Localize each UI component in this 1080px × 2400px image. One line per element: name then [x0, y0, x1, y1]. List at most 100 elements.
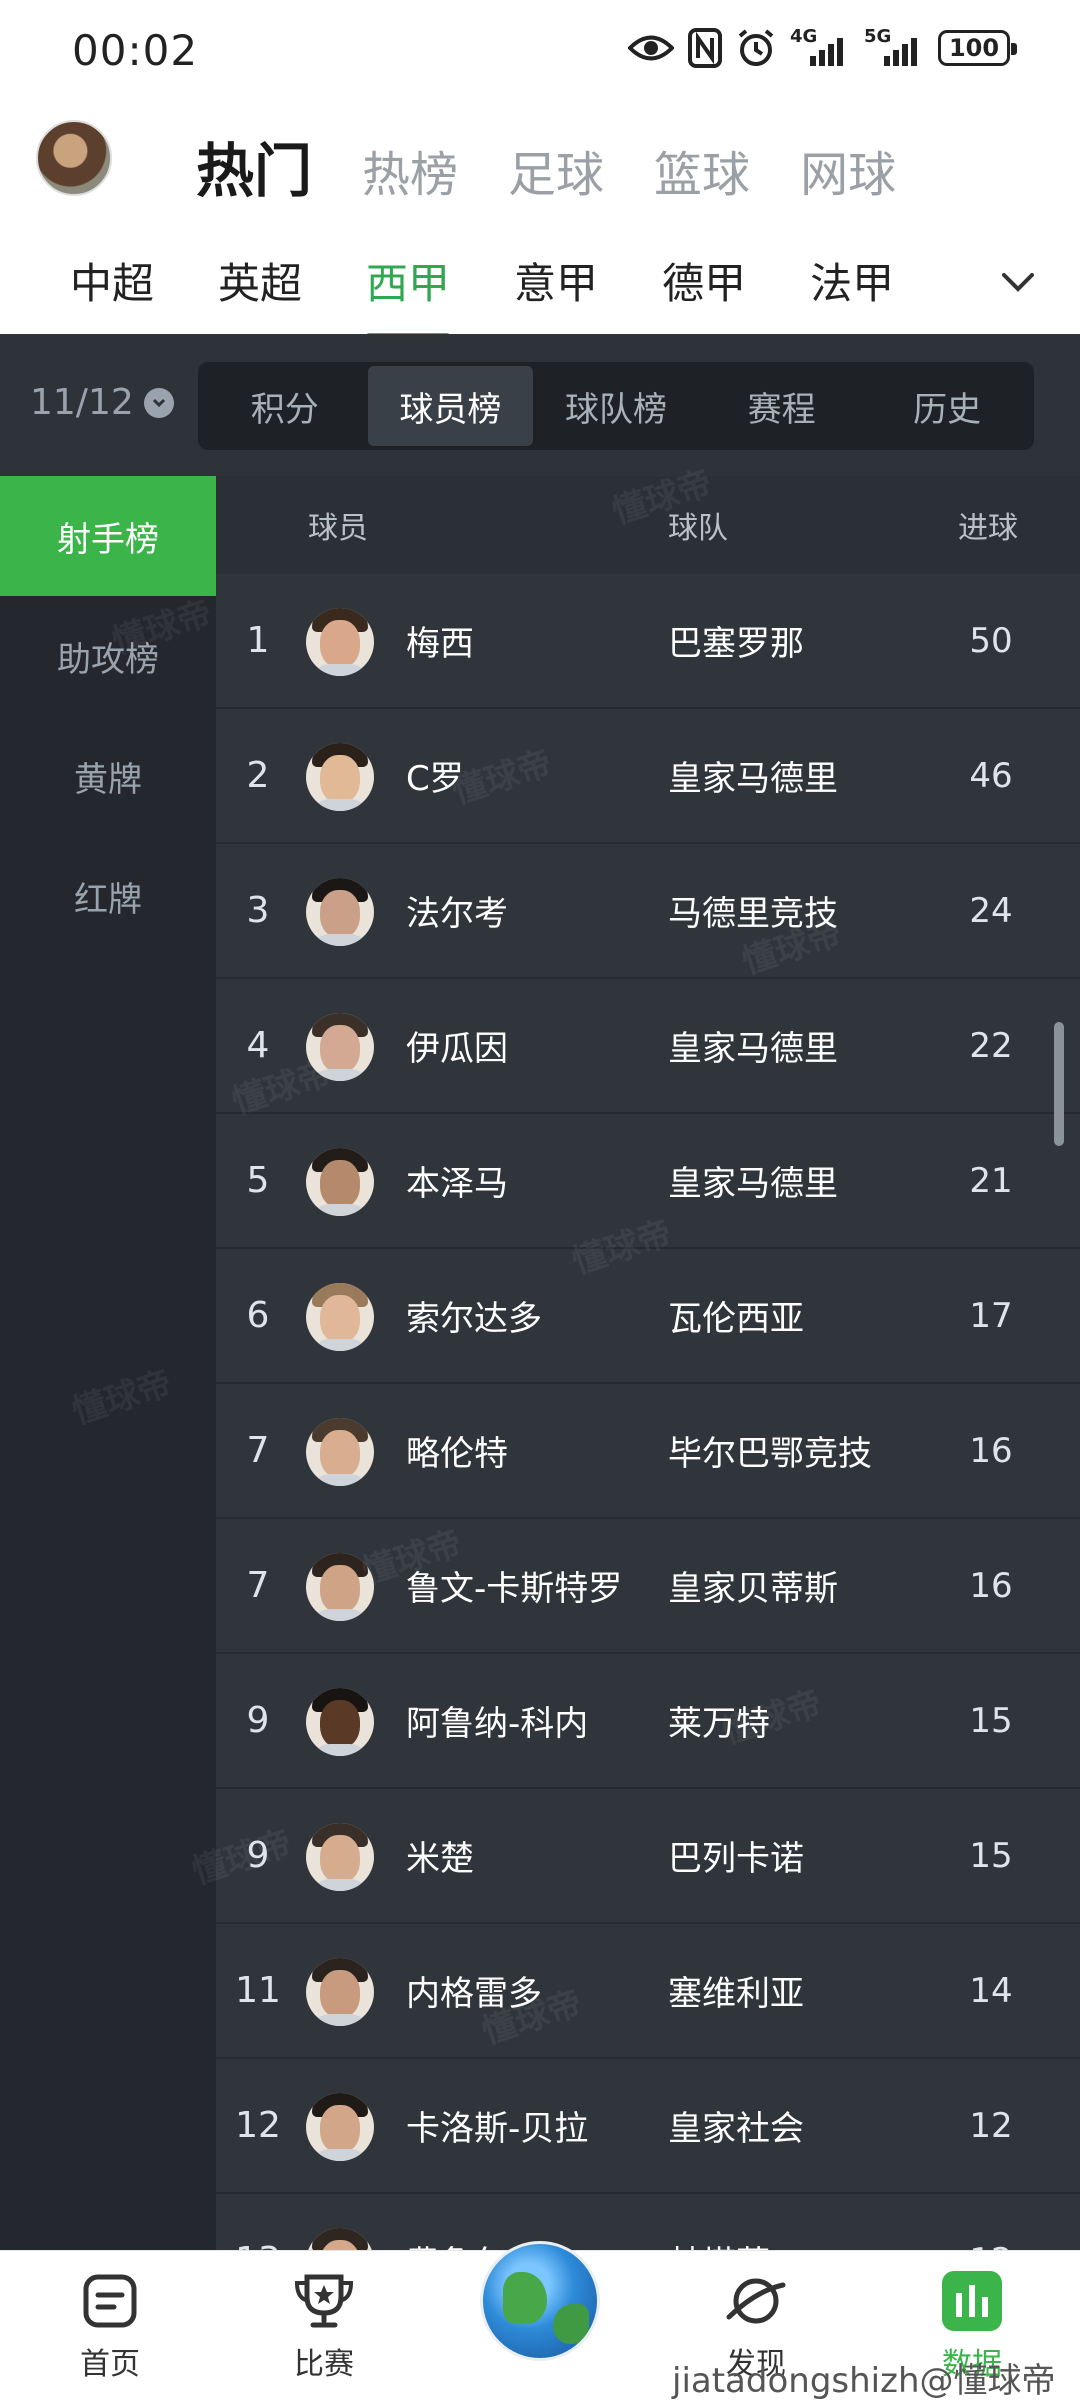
player-avatar: [306, 2228, 374, 2250]
sidebar-item-assists[interactable]: 助攻榜: [0, 596, 216, 716]
player-name[interactable]: 索尔达多: [406, 1249, 542, 1382]
signal-5g-icon: 5G: [864, 28, 924, 68]
player-avatar: [306, 1958, 374, 2026]
table-row[interactable]: 2 C罗 皇家马德里 46: [216, 709, 1080, 844]
tab-hot-list[interactable]: 热榜: [362, 135, 458, 205]
table-row[interactable]: 9 阿鲁纳-科内 莱万特 15: [216, 1654, 1080, 1789]
table-row[interactable]: 6 索尔达多 瓦伦西亚 17: [216, 1249, 1080, 1384]
league-bar: 中超 英超 西甲 意甲 德甲 法甲: [0, 232, 1080, 339]
player-name[interactable]: 梅西: [406, 574, 474, 707]
player-team[interactable]: 马德里竞技: [668, 844, 838, 977]
player-goals: 22: [969, 1025, 1013, 1066]
player-team[interactable]: 毕尔巴鄂竞技: [668, 1384, 872, 1517]
player-team[interactable]: 皇家贝蒂斯: [668, 1519, 838, 1652]
nav-matches[interactable]: 比赛: [254, 2271, 394, 2383]
tab-tennis[interactable]: 网球: [800, 135, 896, 205]
tab-hot[interactable]: 热门: [196, 124, 312, 208]
eye-icon: [628, 33, 674, 63]
player-goals: 15: [969, 1835, 1013, 1876]
league-tab-bundesliga[interactable]: 德甲: [662, 250, 746, 311]
table-row[interactable]: 11 内格雷多 塞维利亚 14: [216, 1924, 1080, 2059]
table-row[interactable]: 7 鲁文-卡斯特罗 皇家贝蒂斯 16: [216, 1519, 1080, 1654]
chevron-down-icon: [143, 387, 174, 418]
sidebar-item-scorers[interactable]: 射手榜: [0, 476, 216, 596]
league-tab-csl[interactable]: 中超: [70, 250, 154, 311]
table-row[interactable]: 9 米楚 巴列卡诺 15: [216, 1789, 1080, 1924]
player-team[interactable]: 莱万特: [668, 1654, 770, 1787]
player-name[interactable]: 略伦特: [406, 1384, 508, 1517]
bottom-nav: 首页 比赛 发现 数据 jiatadongshizh@懂球帝: [0, 2241, 1080, 2400]
table-row[interactable]: 13 费鲁尔 赫塔菲 12: [216, 2194, 1080, 2250]
player-goals: 21: [969, 1160, 1013, 1201]
sidebar-item-red-cards[interactable]: 红牌: [0, 836, 216, 956]
tab-football[interactable]: 足球: [508, 135, 604, 205]
player-avatar: [306, 1148, 374, 1216]
player-team[interactable]: 瓦伦西亚: [668, 1249, 804, 1382]
league-tab-ligue1[interactable]: 法甲: [810, 250, 894, 311]
player-rank: 3: [246, 890, 270, 931]
player-avatar: [306, 743, 374, 811]
nav-home-label: 首页: [80, 2347, 140, 2382]
home-doc-icon: [83, 2274, 137, 2328]
player-name[interactable]: 本泽马: [406, 1114, 508, 1247]
player-avatar: [306, 1013, 374, 1081]
nfc-icon: [688, 28, 722, 68]
player-goals: 46: [969, 755, 1013, 796]
avatar[interactable]: [36, 120, 112, 196]
table-row[interactable]: 5 本泽马 皇家马德里 21: [216, 1114, 1080, 1249]
player-team[interactable]: 皇家马德里: [668, 979, 838, 1112]
league-tab-seriea[interactable]: 意甲: [514, 250, 598, 311]
table-row[interactable]: 12 卡洛斯-贝拉 皇家社会 12: [216, 2059, 1080, 2194]
player-team[interactable]: 皇家社会: [668, 2059, 804, 2192]
league-tab-epl[interactable]: 英超: [218, 250, 302, 311]
nav-home[interactable]: 首页: [40, 2271, 180, 2383]
segment-schedule[interactable]: 赛程: [699, 366, 865, 446]
player-name[interactable]: 内格雷多: [406, 1924, 542, 2057]
segment-history[interactable]: 历史: [864, 366, 1030, 446]
player-goals: 16: [969, 1430, 1013, 1471]
player-name[interactable]: 阿鲁纳-科内: [406, 1654, 588, 1787]
season-selector[interactable]: 11/12: [30, 382, 174, 423]
table-row[interactable]: 1 梅西 巴塞罗那 50: [216, 574, 1080, 709]
top-header: 热门 热榜 足球 篮球 网球: [0, 104, 1080, 232]
player-avatar: [306, 1553, 374, 1621]
player-team[interactable]: 巴塞罗那: [668, 574, 804, 707]
tab-basketball[interactable]: 篮球: [654, 135, 750, 205]
player-rank: 1: [246, 620, 270, 661]
player-team[interactable]: 皇家马德里: [668, 1114, 838, 1247]
player-name[interactable]: 鲁文-卡斯特罗: [406, 1519, 622, 1652]
table-row[interactable]: 7 略伦特 毕尔巴鄂竞技 16: [216, 1384, 1080, 1519]
segment-standings[interactable]: 积分: [202, 366, 368, 446]
player-avatar: [306, 878, 374, 946]
player-team[interactable]: 皇家马德里: [668, 709, 838, 842]
player-rank: 9: [246, 1700, 270, 1741]
scorers-table: 球员 球队 进球 1 梅西 巴塞罗那 50 2 C罗 皇家马德里 46 3 法尔考 马德里竞技 24 4…: [216, 476, 1080, 2250]
player-goals: 15: [969, 1700, 1013, 1741]
sub-toolbar: 11/12 积分 球员榜 球队榜 赛程 历史: [0, 334, 1080, 476]
segment-control: 积分 球员榜 球队榜 赛程 历史: [198, 362, 1034, 450]
player-name[interactable]: 法尔考: [406, 844, 508, 977]
segment-team-rank[interactable]: 球队榜: [533, 366, 699, 446]
league-tab-laliga[interactable]: 西甲: [366, 250, 451, 339]
player-name[interactable]: C罗: [406, 709, 464, 842]
player-name[interactable]: 伊瓜因: [406, 979, 508, 1112]
table-header: 球员 球队 进球: [216, 476, 1080, 574]
sidebar-item-yellow-cards[interactable]: 黄牌: [0, 716, 216, 836]
chevron-down-icon[interactable]: [996, 260, 1040, 304]
player-name[interactable]: 费鲁尔: [406, 2194, 508, 2250]
player-team[interactable]: 塞维利亚: [668, 1924, 804, 2057]
player-team[interactable]: 巴列卡诺: [668, 1789, 804, 1922]
table-row[interactable]: 4 伊瓜因 皇家马德里 22: [216, 979, 1080, 1114]
status-bar: 00:02 4G 5G 100: [0, 0, 1080, 104]
player-name[interactable]: 卡洛斯-贝拉: [406, 2059, 588, 2192]
globe-icon[interactable]: [480, 2241, 600, 2361]
main-tabs: 热门 热榜 足球 篮球 网球: [196, 124, 896, 208]
status-icons: 4G 5G 100: [628, 28, 1017, 68]
column-player: 球员: [308, 511, 368, 546]
player-team[interactable]: 赫塔菲: [668, 2194, 770, 2250]
segment-player-rank[interactable]: 球员榜: [367, 366, 534, 446]
table-row[interactable]: 3 法尔考 马德里竞技 24: [216, 844, 1080, 979]
status-time: 00:02: [72, 26, 199, 75]
scrollbar-thumb[interactable]: [1054, 1022, 1064, 1146]
player-name[interactable]: 米楚: [406, 1789, 474, 1922]
